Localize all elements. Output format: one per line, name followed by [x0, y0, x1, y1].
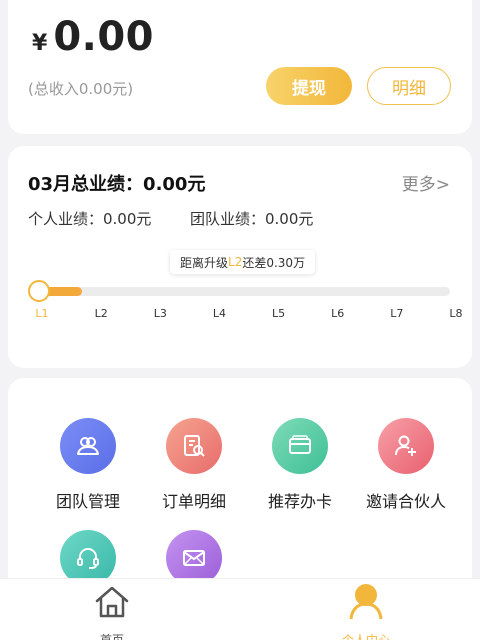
bottom-tabbar: 首页 个人中心: [0, 578, 480, 640]
level-label: L4: [212, 307, 226, 320]
level-label: L6: [331, 307, 345, 320]
card-icon: [272, 418, 328, 474]
menu-item[interactable]: 邀请合伙人: [356, 418, 456, 512]
home-icon: [52, 579, 172, 619]
performance-title: 03月总业绩：0.00元: [28, 174, 206, 195]
order-search-icon: [166, 418, 222, 474]
balance-value: 0.00: [53, 14, 155, 60]
balance-amount: ¥ 0.00: [32, 14, 154, 60]
team-performance: 团队业绩：0.00元: [190, 210, 314, 228]
menu-item-label: 邀请合伙人: [365, 492, 446, 511]
menu-item-label: 推荐办卡: [267, 492, 332, 511]
profile-icon: [306, 579, 426, 619]
detail-button[interactable]: 明细: [367, 67, 451, 105]
level-progress-track: [32, 287, 450, 296]
tab-home[interactable]: 首页: [52, 579, 172, 640]
level-progress-knob: [28, 280, 50, 302]
total-income: (总收入0.00元): [28, 80, 134, 98]
currency-symbol: ¥: [32, 31, 48, 56]
performance-card: 03月总业绩：0.00元 更多> 个人业绩：0.00元 团队业绩：0.00元 距…: [8, 146, 472, 368]
add-user-icon: [378, 418, 434, 474]
tooltip-prefix: 距离升级: [180, 255, 229, 270]
level-label: L8: [449, 307, 463, 320]
personal-performance: 个人业绩：0.00元: [28, 210, 152, 228]
menu-item-label: 订单明细: [161, 492, 226, 511]
team-icon: [60, 418, 116, 474]
upgrade-tooltip: 距离升级 L2 还差0.30万: [170, 250, 316, 274]
tab-profile[interactable]: 个人中心: [306, 579, 426, 640]
level-label: L1: [35, 307, 49, 320]
balance-card: ¥ 0.00 (总收入0.00元) 提现 明细: [8, 0, 472, 134]
menu-item[interactable]: 订单明细: [144, 418, 244, 512]
level-labels: L1 L2 L3 L4 L5 L6 L7 L8: [24, 307, 462, 323]
menu-card: 团队管理 订单明细 推荐办卡 邀请合伙人: [8, 378, 472, 598]
tooltip-level: L2: [228, 255, 243, 269]
withdraw-button[interactable]: 提现: [266, 67, 352, 105]
more-link[interactable]: 更多>: [402, 170, 450, 195]
menu-item[interactable]: 团队管理: [38, 418, 138, 512]
level-label: L7: [390, 307, 404, 320]
tab-home-label: 首页: [99, 633, 124, 640]
tooltip-suffix: 还差0.30万: [242, 255, 306, 270]
menu-item[interactable]: 推荐办卡: [250, 418, 350, 512]
level-label: L5: [271, 307, 286, 320]
level-label: L2: [94, 307, 108, 320]
level-label: L3: [153, 307, 167, 320]
tab-profile-label: 个人中心: [341, 633, 390, 640]
menu-item-label: 团队管理: [55, 492, 120, 511]
